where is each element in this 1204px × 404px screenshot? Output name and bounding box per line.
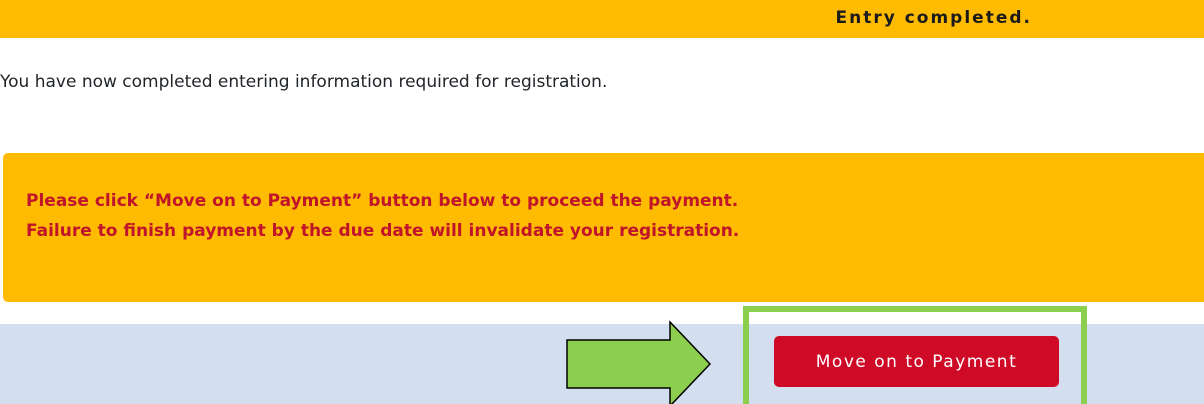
payment-notice-line-2: Failure to finish payment by the due dat… — [26, 221, 740, 241]
payment-notice: Please click “Move on to Payment” button… — [3, 153, 1204, 302]
move-on-to-payment-button[interactable]: Move on to Payment — [774, 336, 1059, 387]
registration-complete-page: Entry completed. You have now completed … — [0, 0, 1204, 404]
completion-message: You have now completed entering informat… — [0, 72, 608, 92]
payment-notice-line-1: Please click “Move on to Payment” button… — [26, 191, 739, 211]
status-banner-text: Entry completed. — [835, 8, 1032, 28]
status-banner: Entry completed. — [0, 0, 1204, 38]
right-arrow-icon — [566, 320, 712, 404]
